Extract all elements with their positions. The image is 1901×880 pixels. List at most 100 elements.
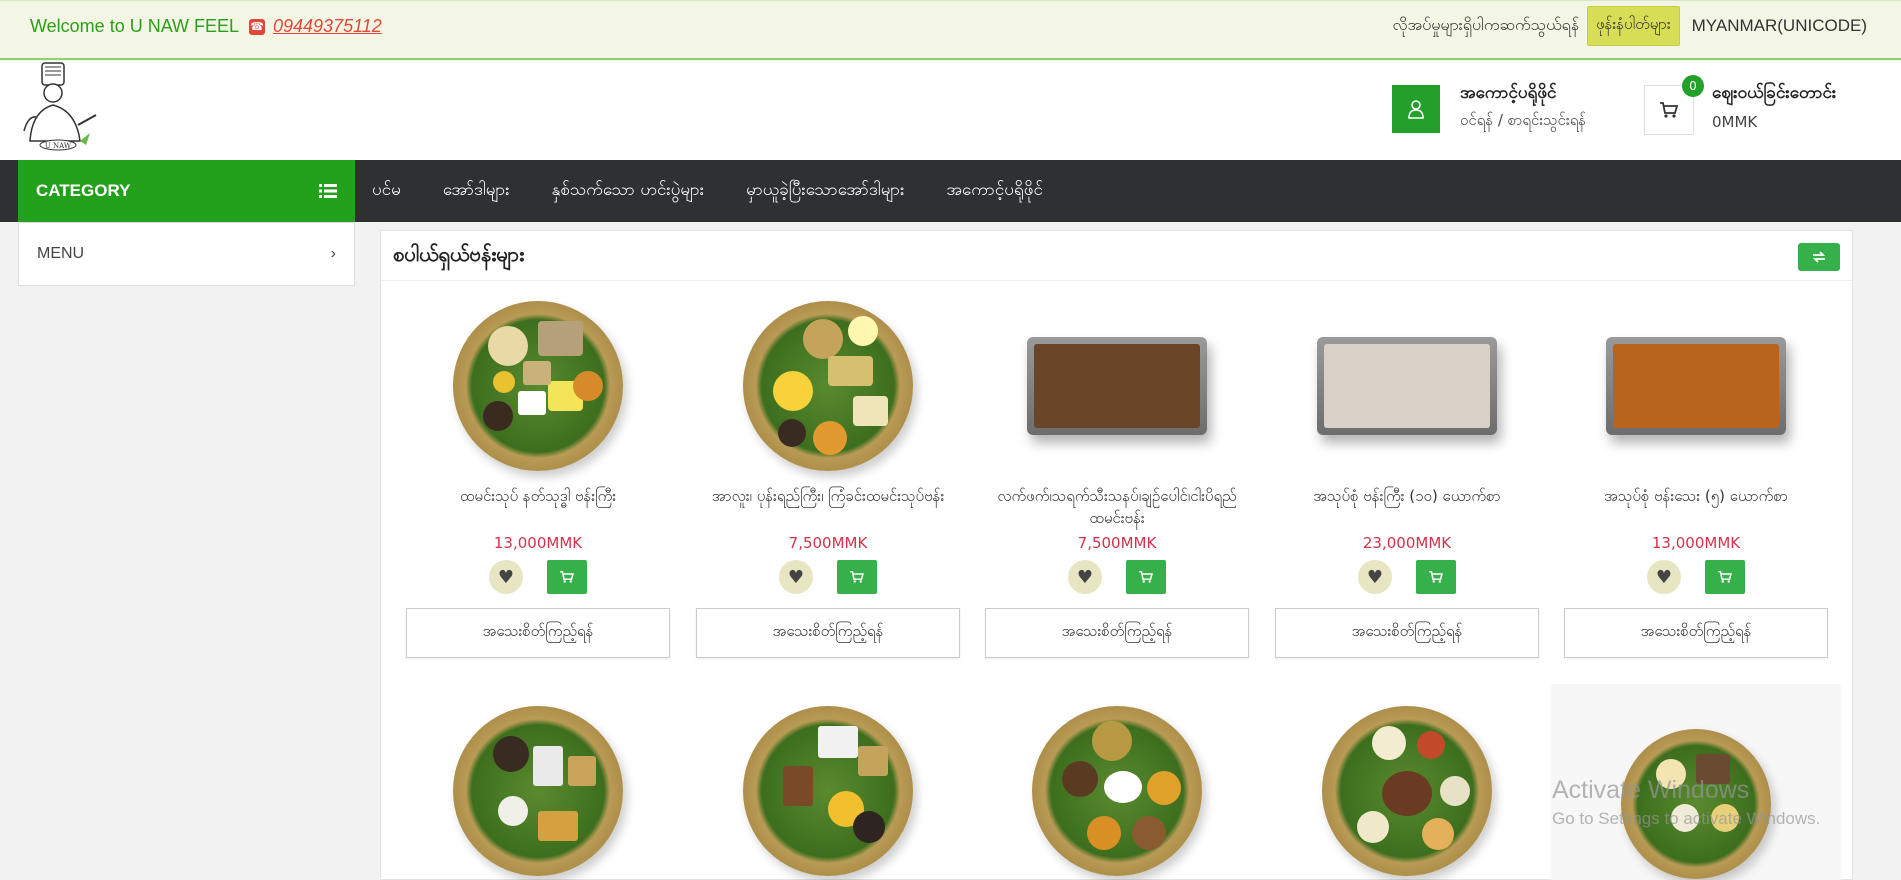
category-label: CATEGORY — [36, 181, 131, 200]
product-image[interactable] — [696, 291, 960, 481]
windows-activation-watermark: Activate Windows Go to Settings to activ… — [1552, 776, 1820, 829]
heart-icon: ♥ — [1366, 566, 1384, 588]
add-to-cart-button[interactable] — [1416, 560, 1456, 594]
nav-item-orders[interactable]: အော်ဒါများ — [443, 179, 510, 204]
product-price: 13,000MMK — [493, 534, 583, 552]
nav-item-home[interactable]: ပင်မ — [372, 179, 401, 204]
product-actions: ♥ — [406, 560, 670, 594]
account-info[interactable]: အကောင့်ပရိုဖိုင် ဝင်ရန် / စာရင်းသွင်းရန် — [1460, 82, 1586, 133]
heart-icon: ♥ — [1655, 566, 1673, 588]
product-image[interactable] — [1275, 291, 1539, 481]
main-nav: CATEGORY ပင်မ အော်ဒါများ နှစ်သက်သော ဟင်း… — [0, 160, 1901, 222]
cart-icon — [850, 571, 864, 583]
nav-item-order-history[interactable]: မှာယူခဲ့ပြီးသောအော်ဒါများ — [746, 179, 904, 204]
product-image[interactable] — [1564, 291, 1828, 481]
contact-link[interactable]: လိုအပ်မှုများရှိပါကဆက်သွယ်ရန် — [1392, 14, 1579, 38]
welcome-text: Welcome to U NAW FEEL — [30, 16, 240, 36]
product-card: အာလူး၊ ပုန်းရည်ကြီး၊ ကြံခင်းထမင်းသုပ်ဗန်… — [696, 291, 960, 658]
phone-link[interactable]: ☎ 09449375112 — [249, 16, 382, 37]
cart-icon — [1718, 571, 1732, 583]
product-image[interactable] — [1275, 696, 1539, 880]
site-logo[interactable]: U NAW — [20, 61, 104, 151]
product-actions: ♥ — [985, 560, 1249, 594]
cart-info[interactable]: ဈေးဝယ်ခြင်းတောင်း 0MMK — [1712, 82, 1836, 131]
product-image[interactable] — [985, 696, 1249, 880]
nav-items: ပင်မ အော်ဒါများ နှစ်သက်သော ဟင်းပွဲများ မ… — [372, 160, 1085, 222]
product-image[interactable] — [406, 291, 670, 481]
refresh-button[interactable] — [1798, 243, 1840, 271]
product-card: အသုပ်စုံ ဗန်းသေး (၅) ယောက်စာ 13,000MMK ♥… — [1564, 291, 1828, 658]
product-price: 7,500MMK — [1077, 534, 1157, 552]
wishlist-button[interactable]: ♥ — [1068, 560, 1102, 594]
category-toggle[interactable]: CATEGORY — [18, 160, 355, 222]
add-to-cart-button[interactable] — [547, 560, 587, 594]
watermark-subtitle: Go to Settings to activate Windows. — [1552, 809, 1821, 828]
wishlist-button[interactable]: ♥ — [1358, 560, 1392, 594]
product-card: အသုပ်စုံ ဗန်းကြီး (၁၀) ယောက်စာ 23,000MMK… — [1275, 291, 1539, 658]
view-details-button[interactable]: အသေးစိတ်ကြည့်ရန် — [1564, 608, 1828, 658]
header: U NAW အကောင့်ပရိုဖိုင် ဝင်ရန် / စာရင်းသွ… — [0, 61, 1901, 160]
login-register-link[interactable]: ဝင်ရန် / စာရင်းသွင်းရန် — [1460, 111, 1586, 133]
product-card — [406, 696, 670, 880]
account-button[interactable] — [1392, 85, 1440, 133]
nav-item-account[interactable]: အကောင့်ပရိုဖိုင် — [946, 179, 1043, 204]
wishlist-button[interactable]: ♥ — [489, 560, 523, 594]
phone-numbers-button[interactable]: ဖုန်းနံပါတ်များ — [1587, 6, 1680, 46]
chevron-right-icon: › — [330, 245, 336, 262]
wishlist-button[interactable]: ♥ — [779, 560, 813, 594]
product-card: လက်ဖက်၊သရက်သီးသနပ်၊ချဉ်ပေါင်၊ငါးပိရည် ထမ… — [985, 291, 1249, 658]
top-bar: Welcome to U NAW FEEL ☎ 09449375112 လိုအ… — [0, 0, 1901, 60]
panel-title: စပါယ်ရှယ်ဗန်းများ — [393, 242, 525, 266]
user-icon — [1408, 100, 1424, 119]
cart-icon — [560, 571, 574, 583]
product-card: ထမင်းသုပ် နတ်သုဒ္ဓါ ဗန်းကြီး 13,000MMK ♥… — [406, 291, 670, 658]
list-icon — [319, 184, 337, 198]
cart-icon — [1429, 571, 1443, 583]
product-card — [1275, 696, 1539, 880]
phone-icon: ☎ — [249, 18, 265, 35]
add-to-cart-button[interactable] — [1126, 560, 1166, 594]
product-name[interactable]: လက်ဖက်၊သရက်သီးသနပ်၊ချဉ်ပေါင်၊ငါးပိရည် ထမ… — [985, 485, 1249, 529]
product-name[interactable]: ထမင်းသုပ် နတ်သုဒ္ဓါ ဗန်းကြီး — [406, 485, 670, 529]
cart-icon — [1139, 571, 1153, 583]
product-card — [985, 696, 1249, 880]
product-actions: ♥ — [696, 560, 960, 594]
cart-count-badge: 0 — [1682, 75, 1704, 97]
cart-icon — [1660, 102, 1678, 118]
nav-item-favorites[interactable]: နှစ်သက်သော ဟင်းပွဲများ — [552, 179, 705, 204]
phone-number[interactable]: 09449375112 — [273, 16, 382, 37]
product-card — [696, 696, 960, 880]
product-name[interactable]: အသုပ်စုံ ဗန်းကြီး (၁၀) ယောက်စာ — [1275, 485, 1539, 529]
panel-header: စပါယ်ရှယ်ဗန်းများ — [381, 231, 1852, 281]
watermark-title: Activate Windows — [1552, 776, 1750, 804]
refresh-icon — [1812, 251, 1826, 263]
top-right-links: လိုအပ်မှုများရှိပါကဆက်သွယ်ရန် ဖုန်းနံပါတ… — [1392, 6, 1867, 46]
sidebar-menu-item[interactable]: MENU › — [18, 222, 355, 286]
product-image[interactable] — [985, 291, 1249, 481]
cart-title[interactable]: ဈေးဝယ်ခြင်းတောင်း — [1712, 82, 1836, 107]
view-details-button[interactable]: အသေးစိတ်ကြည့်ရန် — [1275, 608, 1539, 658]
heart-icon: ♥ — [1076, 566, 1094, 588]
add-to-cart-button[interactable] — [837, 560, 877, 594]
view-details-button[interactable]: အသေးစိတ်ကြည့်ရန် — [406, 608, 670, 658]
cart-amount: 0MMK — [1712, 113, 1758, 131]
account-title[interactable]: အကောင့်ပရိုဖိုင် — [1460, 82, 1586, 107]
wishlist-button[interactable]: ♥ — [1647, 560, 1681, 594]
language-selector[interactable]: MYANMAR(UNICODE) — [1692, 16, 1867, 36]
view-details-button[interactable]: အသေးစိတ်ကြည့်ရန် — [696, 608, 960, 658]
product-price: 23,000MMK — [1362, 534, 1452, 552]
logo-text: U NAW — [45, 142, 72, 150]
product-name[interactable]: အသုပ်စုံ ဗန်းသေး (၅) ယောက်စာ — [1564, 485, 1828, 529]
product-price: 13,000MMK — [1651, 534, 1741, 552]
view-details-button[interactable]: အသေးစိတ်ကြည့်ရန် — [985, 608, 1249, 658]
heart-icon: ♥ — [787, 566, 805, 588]
product-image[interactable] — [696, 696, 960, 880]
product-name[interactable]: အာလူး၊ ပုန်းရည်ကြီး၊ ကြံခင်းထမင်းသုပ်ဗန်… — [696, 485, 960, 529]
product-actions: ♥ — [1564, 560, 1828, 594]
product-price: 7,500MMK — [788, 534, 868, 552]
add-to-cart-button[interactable] — [1705, 560, 1745, 594]
product-image[interactable] — [406, 696, 670, 880]
sidebar-menu-label: MENU — [37, 245, 85, 262]
heart-icon: ♥ — [497, 566, 515, 588]
product-actions: ♥ — [1275, 560, 1539, 594]
